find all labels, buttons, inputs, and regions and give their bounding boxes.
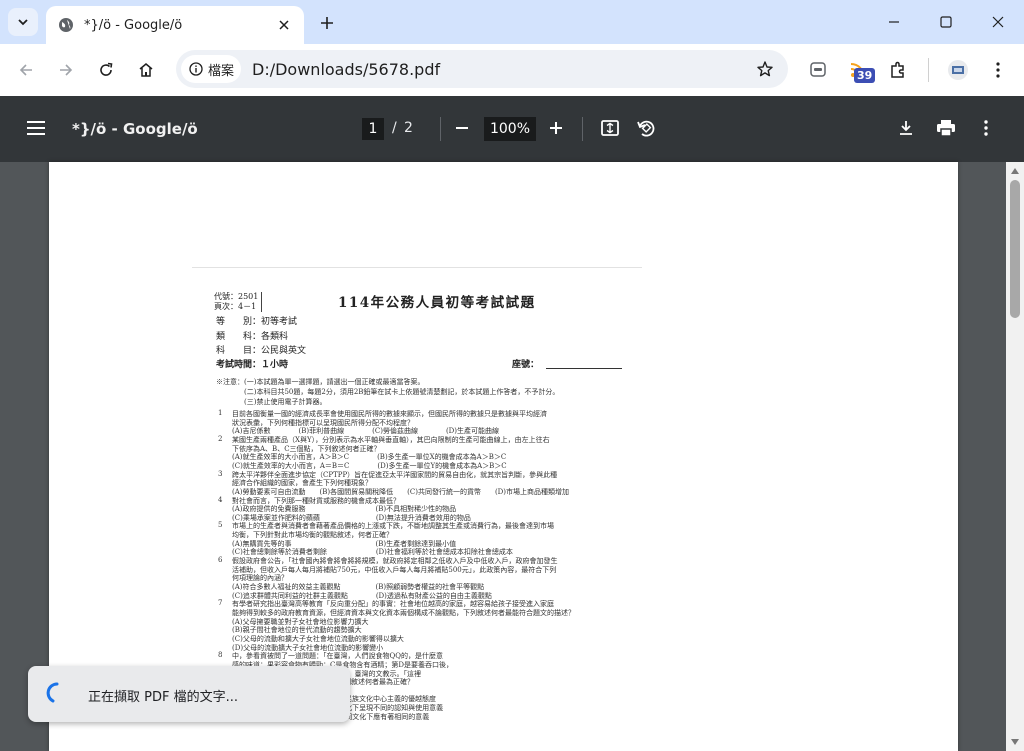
exam-meta-line: 等 別：初等考試 [216,317,298,327]
scroll-up-button[interactable] [1008,164,1022,178]
plus-icon [550,122,562,134]
star-icon [757,61,773,77]
close-icon [992,16,1004,28]
address-bar[interactable]: 檔案 D:/Downloads/5678.pdf [176,50,788,88]
pdf-title: *}/ö - Google/ö [72,120,198,138]
toolbar-divider [440,117,441,141]
home-icon [139,63,153,77]
tab-search-button[interactable] [8,8,38,36]
maximize-button[interactable] [926,8,966,36]
toolbar-divider [582,117,583,141]
back-button[interactable] [12,56,40,84]
browser-tab[interactable]: *}/ö - Google/ö [46,6,304,44]
question-number: 2 [218,434,223,443]
toast-message: 正在擷取 PDF 檔的文字... [88,690,238,705]
home-button[interactable] [132,56,160,84]
chevron-down-icon [18,19,28,26]
notice-line: (三)禁止使用電子計算器。 [216,398,327,406]
plus-icon [321,17,333,29]
window-close-button[interactable] [978,8,1018,36]
chat-extension-button[interactable] [804,56,832,84]
bookmark-button[interactable] [754,58,776,80]
tab-title: *}/ö - Google/ö [84,17,183,33]
print-button[interactable] [932,114,960,142]
seat-underline [546,368,622,369]
question-number: 8 [218,651,223,660]
globe-icon [59,18,73,32]
toolbar-divider [928,58,929,82]
page-header-rule [192,267,642,268]
rotate-button[interactable] [632,114,660,142]
total-pages: 2 [404,120,413,136]
exam-title: 114年公務人員初等考試試題 [338,295,536,311]
arrow-left-icon [19,64,32,76]
download-button[interactable] [892,114,920,142]
exam-page-line: 頁次：4－1 [214,302,257,311]
question-number: 5 [218,521,223,530]
printer-icon [937,120,955,137]
fit-page-button[interactable] [596,114,624,142]
minimize-button[interactable] [874,8,914,36]
exam-meta-line: 科 目：公民與英文 [216,346,307,356]
more-vertical-icon [984,120,988,136]
triangle-up-icon [1011,168,1019,174]
seat-label: 座號： [512,360,540,370]
fit-page-icon [601,120,619,136]
scrollbar-thumb[interactable] [1010,180,1020,318]
hamburger-icon [27,121,45,135]
zoom-input[interactable]: 100% [484,117,536,141]
site-info-chip[interactable]: 檔案 [181,55,241,83]
tab-strip: *}/ö - Google/ö [0,0,1024,44]
new-tab-button[interactable] [314,10,340,36]
forward-button[interactable] [52,56,80,84]
notice-line: ※注意：(一)本試題為單一選擇題，請選出一個正確或最適當答案。 [216,378,425,386]
exam-code-line: 代號：2501 [214,292,259,301]
exam-time: 考試時間：１小時 [216,360,289,370]
site-info-label: 檔案 [208,63,235,79]
exam-meta-line: 類 科：各類科 [216,332,289,342]
avatar-icon [948,60,968,80]
minimize-icon [889,21,899,23]
exam-code: 代號：2501 頁次：4－1 [214,292,263,312]
extension-badge: 39 [854,68,876,83]
zoom-in-button[interactable] [542,114,570,142]
pdf-menu-button[interactable] [972,114,1000,142]
question-number: 6 [218,556,223,565]
profile-button[interactable] [944,56,972,84]
tab-close-button[interactable] [274,15,294,35]
text-extraction-toast: 正在擷取 PDF 檔的文字... [28,666,350,722]
puzzle-icon [891,61,904,78]
more-vertical-icon [996,62,1000,78]
minus-icon [456,127,468,129]
extensions-button[interactable] [884,56,912,84]
maximize-icon [940,16,952,28]
page-separator: / [392,120,397,136]
question-number: 3 [218,469,223,478]
question-number: 4 [218,495,223,504]
triangle-down-icon [1011,739,1019,745]
loading-spinner-icon [46,682,59,703]
close-icon [279,20,289,30]
download-icon [900,121,912,135]
url-text[interactable]: D:/Downloads/5678.pdf [252,60,440,79]
arrow-right-icon [60,64,73,76]
sidebar-toggle-button[interactable] [22,114,50,142]
reload-button[interactable] [92,56,120,84]
scroll-down-button[interactable] [1008,735,1022,749]
info-icon [189,62,203,76]
menu-button[interactable] [984,56,1012,84]
zoom-out-button[interactable] [448,114,476,142]
question-number: 1 [218,409,223,417]
reload-icon [100,62,113,76]
chat-icon [810,62,826,77]
rotate-icon [637,120,655,137]
question-number: 7 [218,599,223,608]
notice-line: (二)本科目共50題，每題2分，須用2B鉛筆在試卡上依題號清楚劃記，於本試題上作… [216,388,560,396]
page-number-input[interactable]: 1 [362,118,384,140]
